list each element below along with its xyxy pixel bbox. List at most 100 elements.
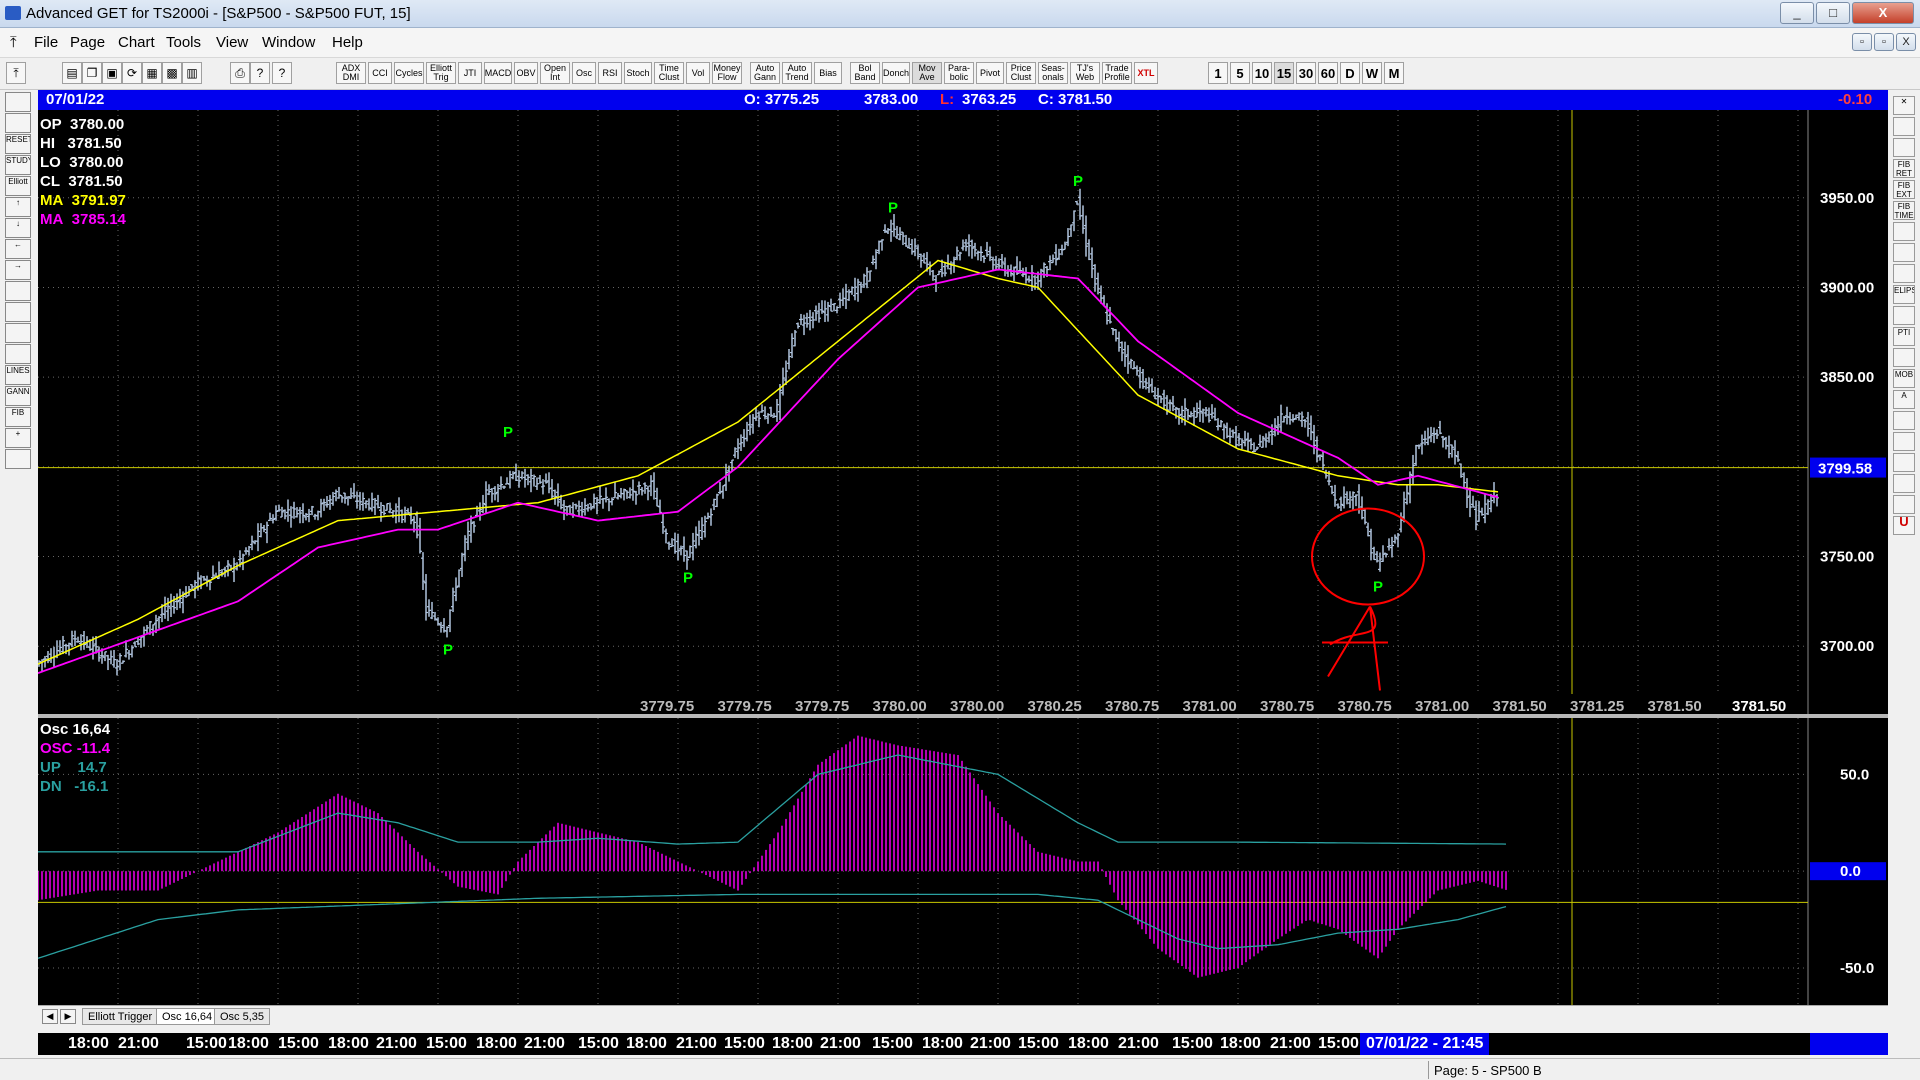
right-tool-12[interactable] [1893,348,1915,367]
right-tool-2[interactable] [1893,138,1915,157]
right-tool-11[interactable]: PTI [1893,327,1915,346]
timeframe-button-1[interactable]: 1 [1208,62,1228,84]
left-tool-14[interactable]: GANN [5,386,31,406]
mdi-minimize-button[interactable]: ▫ [1852,33,1872,51]
timeframe-button-M[interactable]: M [1384,62,1404,84]
right-tool-14[interactable]: A [1893,390,1915,409]
timeframe-button-W[interactable]: W [1362,62,1382,84]
study-button-10[interactable]: Stoch [624,62,652,84]
study-button-7[interactable]: Open Int [540,62,570,84]
study-button-11[interactable]: Time Clust [654,62,684,84]
right-tool-13[interactable]: MOB [1893,369,1915,388]
right-tool-20[interactable]: U [1893,516,1915,535]
left-tool-13[interactable]: LINES [5,365,31,385]
timeframe-button-30[interactable]: 30 [1296,62,1316,84]
timeframe-button-60[interactable]: 60 [1318,62,1338,84]
left-tool-2[interactable]: RESET [5,134,31,154]
tab-next-button[interactable]: ▶ [60,1009,76,1024]
price-chart[interactable]: P P P P P P 3950.00 3900.00 3850.00 3750.00 3700.0… [38,110,1888,714]
study-button-23[interactable]: Seas-onals [1038,62,1068,84]
study-button-24[interactable]: TJ's Web [1070,62,1100,84]
copy-icon[interactable]: ❐ [82,62,102,84]
right-tool-3[interactable]: FIB RET [1893,159,1915,178]
right-tool-9[interactable]: ELIPS [1893,285,1915,304]
right-tool-17[interactable] [1893,453,1915,472]
oscillator-panel[interactable]: 50.0 0.0 -50.0 Osc 16,64 OSC -11.4 UP 14.7… [38,718,1888,1005]
tab-osc-16-64[interactable]: Osc 16,64 [156,1008,219,1025]
right-tool-1[interactable] [1893,117,1915,136]
menu-page[interactable]: Page [70,34,105,51]
help-icon[interactable]: ? [250,62,270,84]
left-tool-6[interactable]: ↓ [5,218,31,238]
menu-help[interactable]: Help [332,34,363,51]
study-button-13[interactable]: Money Flow [712,62,742,84]
study-button-3[interactable]: Elliott Trig [426,62,456,84]
left-tool-1[interactable] [5,113,31,133]
close-button[interactable]: X [1852,2,1914,24]
timeframe-button-15[interactable]: 15 [1274,62,1294,84]
study-button-9[interactable]: RSI [598,62,622,84]
layout-icon[interactable]: ▥ [182,62,202,84]
right-tool-7[interactable] [1893,243,1915,262]
context-help-icon[interactable]: ? [272,62,292,84]
right-tool-18[interactable] [1893,474,1915,493]
study-button-12[interactable]: Vol [686,62,710,84]
arrow-tool-icon[interactable]: ⤒ [6,62,26,84]
menu-chart[interactable]: Chart [118,34,155,51]
study-button-18[interactable]: Donch [882,62,910,84]
timeframe-button-D[interactable]: D [1340,62,1360,84]
menu-view[interactable]: View [216,34,248,51]
tab-prev-button[interactable]: ◀ [42,1009,58,1024]
study-button-21[interactable]: Pivot [976,62,1004,84]
study-button-2[interactable]: Cycles [394,62,424,84]
study-button-20[interactable]: Para-bolic [944,62,974,84]
tab-elliott-trigger[interactable]: Elliott Trigger [82,1008,159,1025]
right-tool-0[interactable]: ✕ [1893,96,1915,115]
maximize-button[interactable]: □ [1816,2,1850,24]
left-tool-12[interactable] [5,344,31,364]
right-tool-16[interactable] [1893,432,1915,451]
open-icon[interactable]: ▣ [102,62,122,84]
left-tool-17[interactable] [5,449,31,469]
menu-file[interactable]: File [34,34,58,51]
study-button-17[interactable]: Bol Band [850,62,880,84]
print-icon[interactable]: ⎙ [230,62,250,84]
left-tool-3[interactable]: STUDY [5,155,31,175]
study-button-26[interactable]: XTL [1134,62,1158,84]
right-tool-19[interactable] [1893,495,1915,514]
refresh-icon[interactable]: ⟳ [122,62,142,84]
minimize-button[interactable]: _ [1780,2,1814,24]
study-button-4[interactable]: JTI [458,62,482,84]
new-page-icon[interactable]: ▤ [62,62,82,84]
grid-icon[interactable]: ▩ [162,62,182,84]
menu-tools[interactable]: Tools [166,34,201,51]
right-tool-10[interactable] [1893,306,1915,325]
oscillator-chart[interactable]: 50.0 0.0 -50.0 [38,718,1888,1005]
right-tool-8[interactable] [1893,264,1915,283]
right-tool-6[interactable] [1893,222,1915,241]
study-button-15[interactable]: Auto Trend [782,62,812,84]
left-tool-0[interactable] [5,92,31,112]
study-button-0[interactable]: ADX DMI [336,62,366,84]
right-tool-15[interactable] [1893,411,1915,430]
timeframe-button-10[interactable]: 10 [1252,62,1272,84]
tab-osc-5-35[interactable]: Osc 5,35 [214,1008,271,1025]
study-button-25[interactable]: Trade Profile [1102,62,1132,84]
study-button-1[interactable]: CCI [368,62,392,84]
study-button-16[interactable]: Bias [814,62,842,84]
study-button-6[interactable]: OBV [514,62,538,84]
right-tool-4[interactable]: FIB EXT [1893,180,1915,199]
left-tool-10[interactable] [5,302,31,322]
left-tool-9[interactable] [5,281,31,301]
menu-window[interactable]: Window [262,34,315,51]
study-button-5[interactable]: MACD [484,62,512,84]
mdi-close-button[interactable]: X [1896,33,1916,51]
zoom-page-icon[interactable]: ▦ [142,62,162,84]
study-button-14[interactable]: Auto Gann [750,62,780,84]
study-button-22[interactable]: Price Clust [1006,62,1036,84]
mdi-restore-button[interactable]: ▫ [1874,33,1894,51]
study-button-8[interactable]: Osc [572,62,596,84]
study-button-19[interactable]: Mov Ave [912,62,942,84]
left-tool-11[interactable] [5,323,31,343]
left-tool-16[interactable]: + [5,428,31,448]
